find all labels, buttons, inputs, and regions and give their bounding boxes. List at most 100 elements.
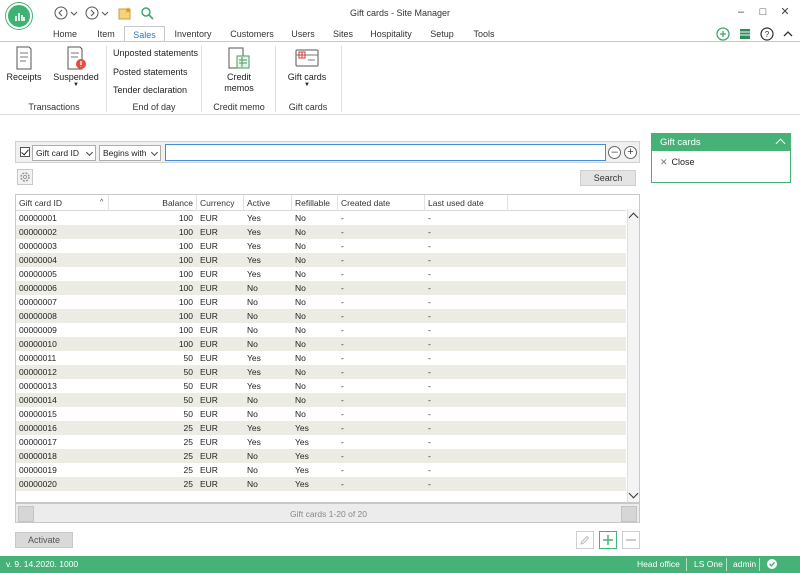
table-row[interactable]: 00000005 100 EUR Yes No - - bbox=[16, 267, 626, 281]
cell-gift-card-id: 00000019 bbox=[19, 465, 57, 475]
suspended-button[interactable]: Suspended ▼ bbox=[52, 46, 100, 88]
column-header[interactable]: Gift card ID ^ bbox=[16, 195, 109, 211]
table-row[interactable]: 00000017 25 EUR Yes Yes - - bbox=[16, 435, 626, 449]
chevron-up-icon[interactable] bbox=[775, 138, 786, 149]
group-gift-cards-label: Gift cards bbox=[288, 102, 328, 112]
panel-header[interactable]: Gift cards bbox=[652, 134, 790, 151]
cell-gift-card-id: 00000015 bbox=[19, 409, 57, 419]
column-header[interactable]: Created date bbox=[338, 195, 425, 211]
column-header[interactable]: Balance bbox=[109, 195, 197, 211]
database-icon[interactable] bbox=[738, 27, 752, 41]
cell-last-used-date: - bbox=[428, 395, 431, 405]
receipts-button[interactable]: Receipts bbox=[4, 46, 44, 82]
tab-sites[interactable]: Sites bbox=[328, 26, 358, 42]
vertical-scrollbar[interactable] bbox=[627, 209, 639, 502]
chevron-up-icon[interactable] bbox=[781, 27, 795, 41]
cell-refillable: No bbox=[295, 297, 306, 307]
cell-active: Yes bbox=[247, 381, 261, 391]
cell-last-used-date: - bbox=[428, 339, 431, 349]
cell-currency: EUR bbox=[200, 213, 218, 223]
cell-created-date: - bbox=[341, 423, 344, 433]
table-row[interactable]: 00000004 100 EUR Yes No - - bbox=[16, 253, 626, 267]
search-input[interactable] bbox=[165, 144, 606, 161]
cell-refillable: No bbox=[295, 269, 306, 279]
add-filter-button[interactable]: + bbox=[624, 146, 637, 159]
group-transactions-label: Transactions bbox=[28, 102, 80, 112]
tab-sales[interactable]: Sales bbox=[124, 26, 165, 42]
filter-field-select[interactable]: Gift card ID bbox=[32, 145, 96, 161]
activate-button[interactable]: Activate bbox=[15, 532, 73, 548]
column-header[interactable]: Currency bbox=[197, 195, 244, 211]
table-row[interactable]: 00000009 100 EUR No No - - bbox=[16, 323, 626, 337]
credit-memos-button[interactable]: Credit memos bbox=[215, 46, 263, 94]
product-label: LS One bbox=[694, 559, 723, 569]
maximize-button[interactable]: □ bbox=[755, 4, 771, 20]
settings-button[interactable] bbox=[17, 169, 33, 185]
ribbon-separator bbox=[201, 46, 202, 112]
close-window-button[interactable]: ✕ bbox=[777, 4, 793, 20]
table-row[interactable]: 00000001 100 EUR Yes No - - bbox=[16, 211, 626, 225]
filter-mode-select[interactable]: Begins with bbox=[99, 145, 161, 161]
help-icon[interactable]: ? bbox=[760, 27, 774, 41]
cell-refillable: Yes bbox=[295, 479, 309, 489]
table-row[interactable]: 00000020 25 EUR No Yes - - bbox=[16, 477, 626, 491]
cell-last-used-date: - bbox=[428, 353, 431, 363]
cell-gift-card-id: 00000005 bbox=[19, 269, 57, 279]
tab-setup[interactable]: Setup bbox=[425, 26, 459, 42]
tab-home[interactable]: Home bbox=[48, 26, 82, 42]
column-header[interactable]: Active bbox=[244, 195, 292, 211]
table-row[interactable]: 00000012 50 EUR Yes No - - bbox=[16, 365, 626, 379]
table-row[interactable]: 00000003 100 EUR Yes No - - bbox=[16, 239, 626, 253]
table-row[interactable]: 00000018 25 EUR No Yes - - bbox=[16, 449, 626, 463]
posted-statements-button[interactable]: Posted statements bbox=[113, 67, 188, 77]
table-row[interactable]: 00000019 25 EUR No Yes - - bbox=[16, 463, 626, 477]
cell-last-used-date: - bbox=[428, 479, 431, 489]
globe-icon[interactable] bbox=[716, 27, 730, 41]
table-row[interactable]: 00000010 100 EUR No No - - bbox=[16, 337, 626, 351]
table-row[interactable]: 00000006 100 EUR No No - - bbox=[16, 281, 626, 295]
close-panel-button[interactable]: ✕ Close bbox=[660, 157, 695, 168]
cell-last-used-date: - bbox=[428, 409, 431, 419]
cell-refillable: No bbox=[295, 367, 306, 377]
delete-button[interactable] bbox=[622, 531, 640, 549]
scroll-down-icon[interactable] bbox=[628, 488, 639, 499]
tab-inventory[interactable]: Inventory bbox=[168, 26, 218, 42]
next-page-button[interactable] bbox=[621, 506, 637, 522]
tab-hospitality[interactable]: Hospitality bbox=[366, 26, 416, 42]
add-button[interactable] bbox=[599, 531, 617, 549]
cell-balance: 100 bbox=[178, 283, 193, 293]
search-button[interactable]: Search bbox=[580, 170, 636, 186]
cell-gift-card-id: 00000003 bbox=[19, 241, 57, 251]
cell-balance: 100 bbox=[178, 339, 193, 349]
tab-users[interactable]: Users bbox=[288, 26, 318, 42]
remove-filter-button[interactable]: – bbox=[608, 146, 621, 159]
column-header[interactable]: Last used date bbox=[425, 195, 508, 211]
table-row[interactable]: 00000014 50 EUR No No - - bbox=[16, 393, 626, 407]
cell-currency: EUR bbox=[200, 227, 218, 237]
cell-currency: EUR bbox=[200, 297, 218, 307]
cell-balance: 100 bbox=[178, 213, 193, 223]
scroll-up-icon[interactable] bbox=[628, 212, 639, 223]
tab-customers[interactable]: Customers bbox=[227, 26, 277, 42]
cell-currency: EUR bbox=[200, 409, 218, 419]
edit-button[interactable] bbox=[576, 531, 594, 549]
minimize-button[interactable]: – bbox=[733, 4, 749, 20]
cell-refillable: No bbox=[295, 381, 306, 391]
table-row[interactable]: 00000011 50 EUR Yes No - - bbox=[16, 351, 626, 365]
tab-item[interactable]: Item bbox=[90, 26, 122, 42]
table-row[interactable]: 00000002 100 EUR Yes No - - bbox=[16, 225, 626, 239]
store-label: Head office bbox=[637, 559, 680, 569]
gift-cards-button[interactable]: Gift cards ▼ bbox=[283, 46, 331, 88]
table-row[interactable]: 00000007 100 EUR No No - - bbox=[16, 295, 626, 309]
filter-enabled-checkbox[interactable] bbox=[20, 147, 30, 157]
column-header[interactable]: Refillable bbox=[292, 195, 338, 211]
cell-currency: EUR bbox=[200, 423, 218, 433]
gift-cards-panel: Gift cards ✕ Close bbox=[651, 133, 791, 183]
tab-tools[interactable]: Tools bbox=[468, 26, 500, 42]
tender-declaration-button[interactable]: Tender declaration bbox=[113, 85, 187, 95]
table-row[interactable]: 00000013 50 EUR Yes No - - bbox=[16, 379, 626, 393]
table-row[interactable]: 00000015 50 EUR No No - - bbox=[16, 407, 626, 421]
unposted-statements-button[interactable]: Unposted statements bbox=[113, 48, 198, 58]
table-row[interactable]: 00000016 25 EUR Yes Yes - - bbox=[16, 421, 626, 435]
table-row[interactable]: 00000008 100 EUR No No - - bbox=[16, 309, 626, 323]
